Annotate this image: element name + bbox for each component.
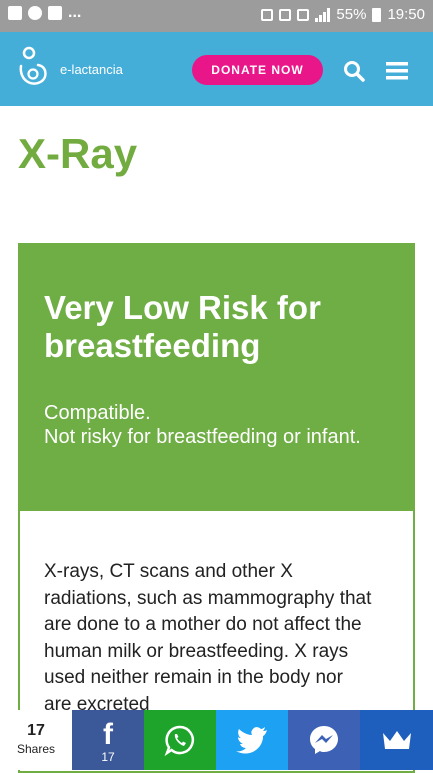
share-count: 17 <box>27 722 45 739</box>
messenger-icon <box>310 726 338 754</box>
more-notifications-indicator: ... <box>68 4 82 21</box>
risk-description: X-rays, CT scans and other X radiations,… <box>44 561 372 715</box>
facebook-icon: f <box>103 718 113 751</box>
hamburger-menu-icon[interactable] <box>386 62 408 80</box>
wifi-icon <box>297 8 310 21</box>
risk-level-heading: Very Low Risk for breastfeeding <box>44 289 321 364</box>
share-label: Shares <box>16 742 56 756</box>
share-bar: 17 Shares f 17 <box>0 710 433 770</box>
app-notification-icon <box>28 6 42 20</box>
whatsapp-share-button[interactable] <box>144 710 216 770</box>
alarm-icon <box>279 8 292 21</box>
twitter-icon <box>236 727 267 754</box>
signal-icon <box>315 7 331 22</box>
messenger-share-button[interactable] <box>288 710 360 770</box>
mute-icon <box>261 8 274 21</box>
facebook-notification-icon <box>8 6 22 20</box>
brand-name[interactable]: e-lactancia <box>60 62 123 77</box>
whatsapp-icon <box>164 725 195 756</box>
status-bar: ... 55% 19:50 <box>0 0 433 32</box>
twitter-share-button[interactable] <box>216 710 288 770</box>
compatibility-detail: Not risky for breastfeeding or infant. <box>44 426 361 448</box>
compatibility-status: Compatible. <box>44 402 151 424</box>
share-counter: 17 Shares <box>0 710 72 770</box>
more-share-button[interactable] <box>360 710 433 770</box>
facebook-share-count: 17 <box>101 750 115 764</box>
search-icon[interactable] <box>343 60 365 82</box>
donate-button[interactable]: DONATE NOW <box>192 55 323 85</box>
battery-percent: 55% <box>336 6 367 23</box>
clock: 19:50 <box>387 6 425 23</box>
download-notification-icon <box>48 6 62 20</box>
e-lactancia-logo-icon[interactable] <box>16 46 48 88</box>
facebook-share-button[interactable]: f 17 <box>72 710 144 770</box>
risk-card: Very Low Risk for breastfeeding Compatib… <box>18 243 415 773</box>
page-title: X-Ray <box>18 130 138 177</box>
risk-summary: Very Low Risk for breastfeeding Compatib… <box>20 245 413 511</box>
battery-icon <box>372 7 382 22</box>
site-header: e-lactancia DONATE NOW <box>0 32 433 106</box>
crown-icon <box>382 731 411 749</box>
